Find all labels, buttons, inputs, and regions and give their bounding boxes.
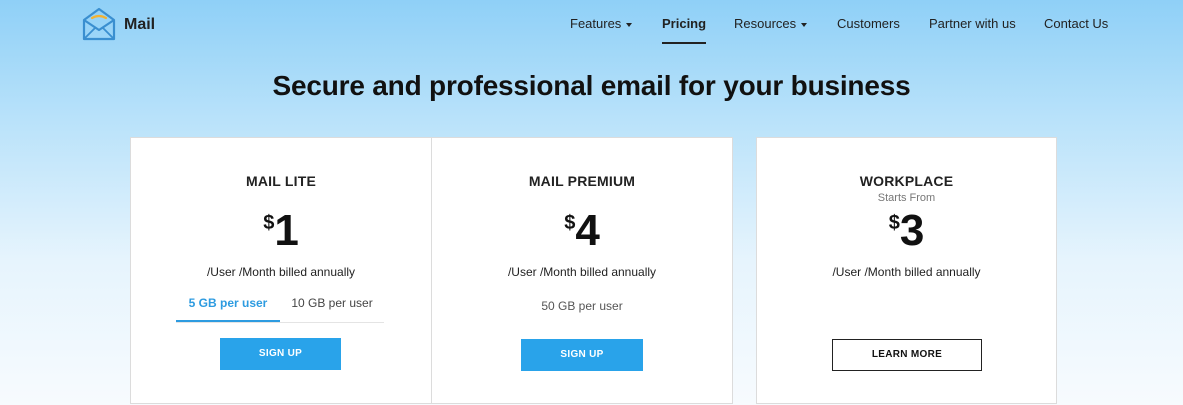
price-amount: 3 bbox=[899, 206, 925, 255]
plan-price: $4 bbox=[432, 208, 732, 254]
tab-10gb[interactable]: 10 GB per user bbox=[280, 296, 384, 321]
nav-customers[interactable]: Customers bbox=[837, 16, 900, 31]
plan-card-mail-premium: MAIL PREMIUM $4 /User /Month billed annu… bbox=[431, 137, 733, 404]
page-headline: Secure and professional email for your b… bbox=[272, 70, 911, 101]
storage-note: 50 GB per user bbox=[541, 299, 623, 313]
plan-price: $3 bbox=[757, 208, 1056, 254]
sign-up-button[interactable]: SIGN UP bbox=[220, 338, 341, 370]
currency-symbol: $ bbox=[263, 212, 275, 234]
sign-up-button[interactable]: SIGN UP bbox=[521, 339, 643, 371]
nav-pricing[interactable]: Pricing bbox=[662, 16, 707, 44]
nav-resources[interactable]: Resources bbox=[734, 16, 808, 31]
storage-tabs: 5 GB per user 10 GB per user bbox=[176, 296, 384, 323]
nav-resources-label: Resources bbox=[734, 16, 797, 31]
nav-features-label: Features bbox=[570, 16, 622, 31]
top-navbar: Mail Features Pricing Resources Customer… bbox=[0, 0, 1183, 48]
chevron-down-icon bbox=[626, 22, 633, 27]
plan-price: $1 bbox=[131, 208, 431, 254]
tab-5gb[interactable]: 5 GB per user bbox=[176, 296, 280, 322]
plan-title: MAIL LITE bbox=[246, 173, 316, 189]
price-amount: 4 bbox=[575, 206, 600, 255]
nav-partner[interactable]: Partner with us bbox=[929, 16, 1016, 31]
plan-title: WORKPLACE bbox=[859, 173, 954, 189]
plan-card-workplace: WORKPLACE Starts From $3 /User /Month bi… bbox=[756, 137, 1057, 404]
nav-contact[interactable]: Contact Us bbox=[1044, 16, 1108, 31]
plan-card-mail-lite: MAIL LITE $1 /User /Month billed annuall… bbox=[130, 137, 432, 404]
learn-more-button[interactable]: LEARN MORE bbox=[832, 339, 982, 371]
starts-from-label: Starts From bbox=[877, 192, 936, 204]
currency-symbol: $ bbox=[564, 212, 576, 234]
currency-symbol: $ bbox=[888, 212, 900, 234]
main-menu: Features Pricing Resources Customers Par… bbox=[0, 16, 1183, 46]
chevron-down-icon bbox=[801, 22, 808, 27]
price-amount: 1 bbox=[274, 206, 299, 255]
plan-title: MAIL PREMIUM bbox=[528, 173, 636, 189]
nav-features[interactable]: Features bbox=[570, 16, 633, 31]
billing-note: /User /Month billed annually bbox=[832, 265, 981, 279]
billing-note: /User /Month billed annually bbox=[206, 265, 356, 279]
billing-note: /User /Month billed annually bbox=[507, 265, 657, 279]
